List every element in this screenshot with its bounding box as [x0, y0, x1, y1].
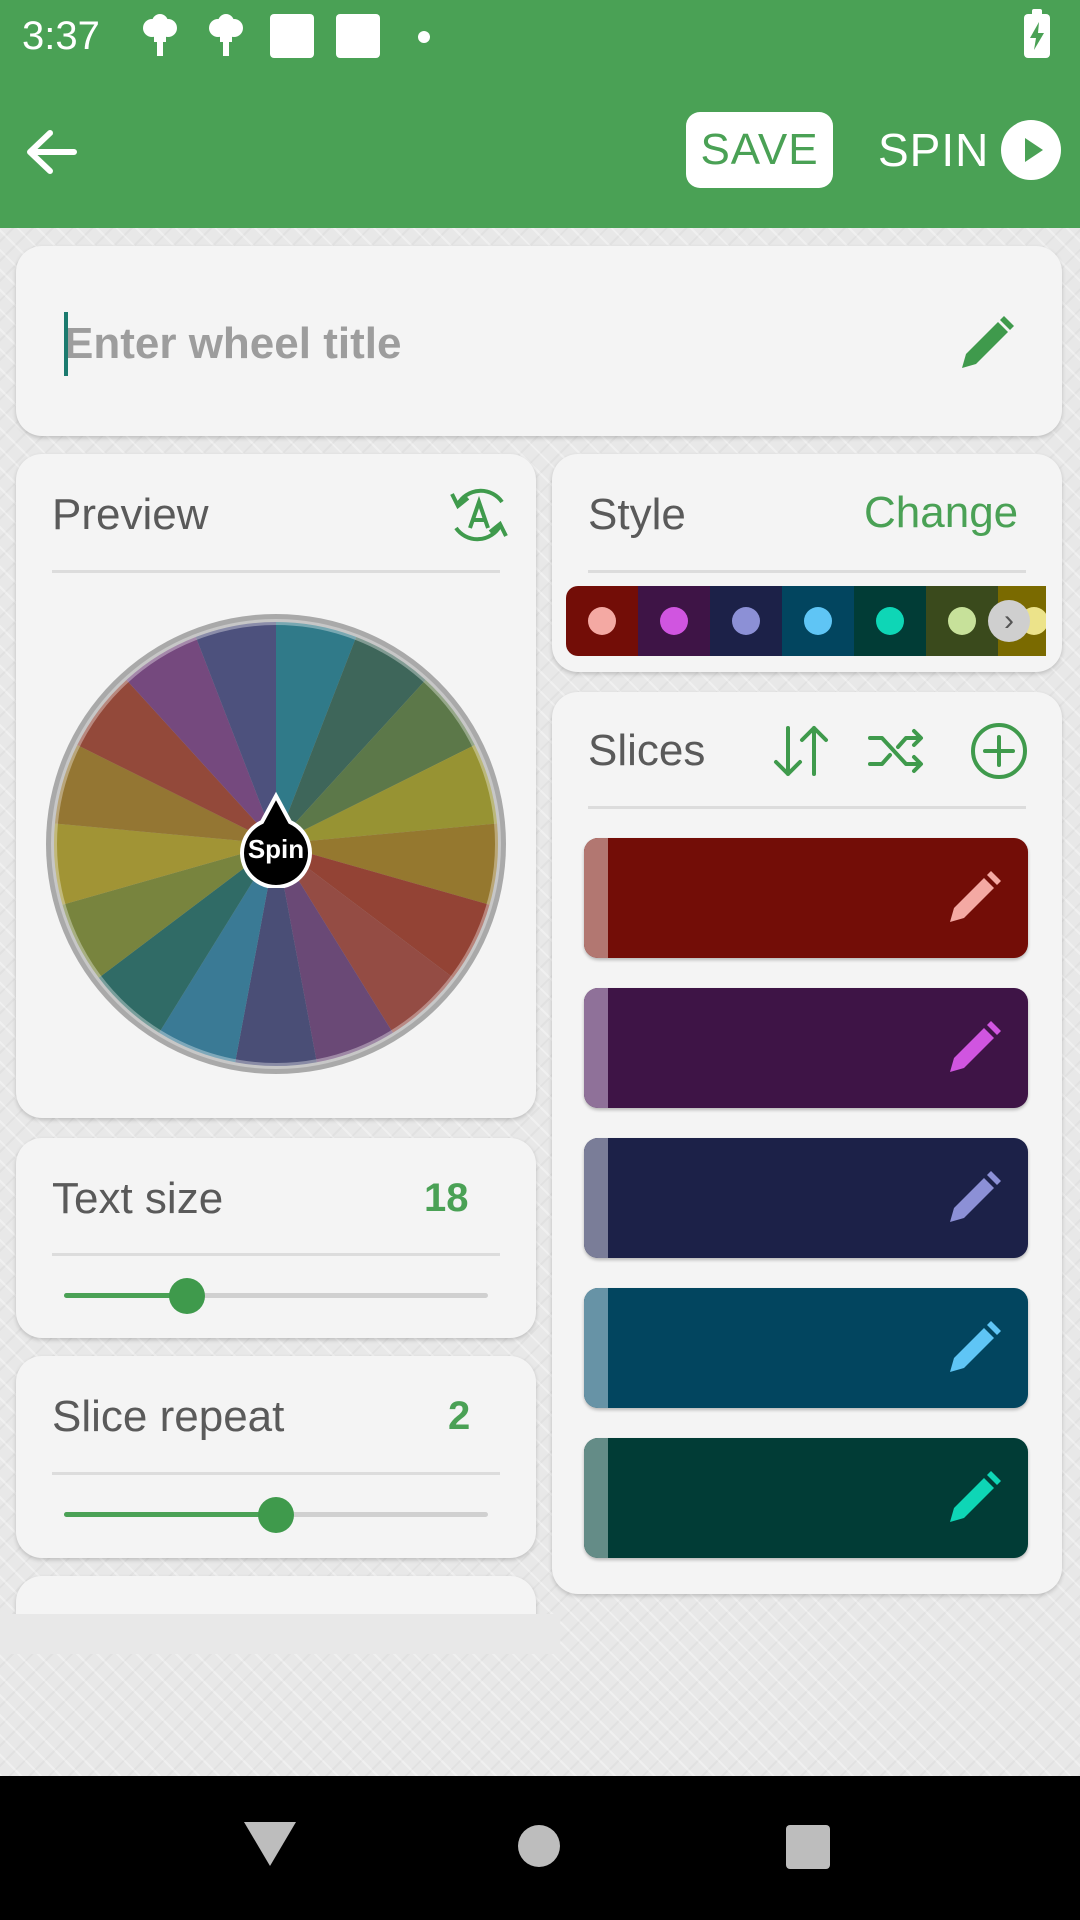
palette-dot: [876, 607, 904, 635]
slice-item[interactable]: [584, 838, 1028, 958]
slice-color-bar: [584, 1438, 608, 1558]
pencil-icon[interactable]: [940, 1166, 1004, 1230]
text-cursor: [64, 312, 68, 376]
preview-divider: [52, 570, 500, 573]
square-icon: [270, 14, 314, 58]
play-circle-icon: [1001, 120, 1062, 180]
pencil-icon[interactable]: [940, 866, 1004, 930]
style-label: Style: [588, 490, 686, 539]
color-palette[interactable]: [566, 586, 1046, 656]
pencil-icon[interactable]: [940, 1016, 1004, 1080]
status-time: 3:37: [22, 14, 100, 58]
arrow-back-icon[interactable]: [18, 120, 86, 188]
battery-charging-icon: [1024, 9, 1050, 58]
spin-label: SPIN: [878, 124, 990, 176]
slices-label: Slices: [588, 726, 706, 775]
wheel-title-input[interactable]: [64, 312, 904, 376]
text-size-value: 18: [424, 1176, 469, 1220]
dot-icon: [418, 31, 430, 43]
pencil-icon[interactable]: [940, 1466, 1004, 1530]
palette-dot: [948, 607, 976, 635]
notification-icon: [143, 14, 177, 56]
square-icon: [336, 14, 380, 58]
nav-home-icon[interactable]: [518, 1825, 560, 1867]
scroll-clip: [0, 1614, 560, 1654]
sort-icon[interactable]: [768, 718, 834, 784]
slice-color-bar: [584, 1138, 608, 1258]
slices-divider: [588, 806, 1026, 809]
auto-rotate-text-icon[interactable]: [446, 482, 512, 548]
slider-fill: [64, 1512, 276, 1517]
chevron-right-icon[interactable]: ›: [988, 600, 1030, 642]
palette-dot: [588, 607, 616, 635]
palette-dot: [804, 607, 832, 635]
change-style-link[interactable]: Change: [864, 488, 1018, 538]
slider-thumb[interactable]: [168, 1278, 205, 1314]
palette-swatch[interactable]: [854, 586, 926, 656]
pencil-icon[interactable]: [940, 1316, 1004, 1380]
text-size-slider[interactable]: [64, 1278, 488, 1314]
slice-item[interactable]: [584, 1438, 1028, 1558]
palette-swatch[interactable]: [710, 586, 782, 656]
slice-color-bar: [584, 988, 608, 1108]
slice-repeat-label: Slice repeat: [52, 1392, 285, 1441]
slice-item[interactable]: [584, 1138, 1028, 1258]
status-bar: 3:37: [0, 0, 1080, 72]
save-button[interactable]: SAVE: [686, 112, 833, 188]
slice-color-bar: [584, 838, 608, 958]
wheel-center-label: Spin: [247, 834, 305, 864]
slider-thumb[interactable]: [258, 1497, 294, 1533]
slice-item[interactable]: [584, 988, 1028, 1108]
slice-repeat-divider: [52, 1472, 500, 1475]
preview-label: Preview: [52, 490, 209, 539]
shuffle-icon[interactable]: [864, 718, 930, 784]
slice-repeat-value: 2: [448, 1394, 471, 1438]
slice-item[interactable]: [584, 1288, 1028, 1408]
style-divider: [588, 570, 1026, 573]
slice-color-bar: [584, 1288, 608, 1408]
spin-button[interactable]: SPIN: [878, 112, 1062, 188]
nav-back-icon[interactable]: [244, 1822, 296, 1866]
text-size-card: [16, 1138, 536, 1338]
palette-swatch[interactable]: [782, 586, 854, 656]
palette-swatch[interactable]: [638, 586, 710, 656]
notification-icon: [209, 14, 243, 56]
text-size-label: Text size: [52, 1174, 224, 1223]
slice-repeat-slider[interactable]: [64, 1497, 488, 1533]
palette-swatch[interactable]: [566, 586, 638, 656]
wheel-preview[interactable]: Spin: [44, 612, 508, 1076]
pencil-icon[interactable]: [950, 310, 1020, 380]
palette-dot: [732, 607, 760, 635]
text-size-divider: [52, 1253, 500, 1256]
palette-dot: [660, 607, 688, 635]
nav-recents-icon[interactable]: [786, 1825, 830, 1869]
add-circle-icon[interactable]: [966, 718, 1032, 784]
